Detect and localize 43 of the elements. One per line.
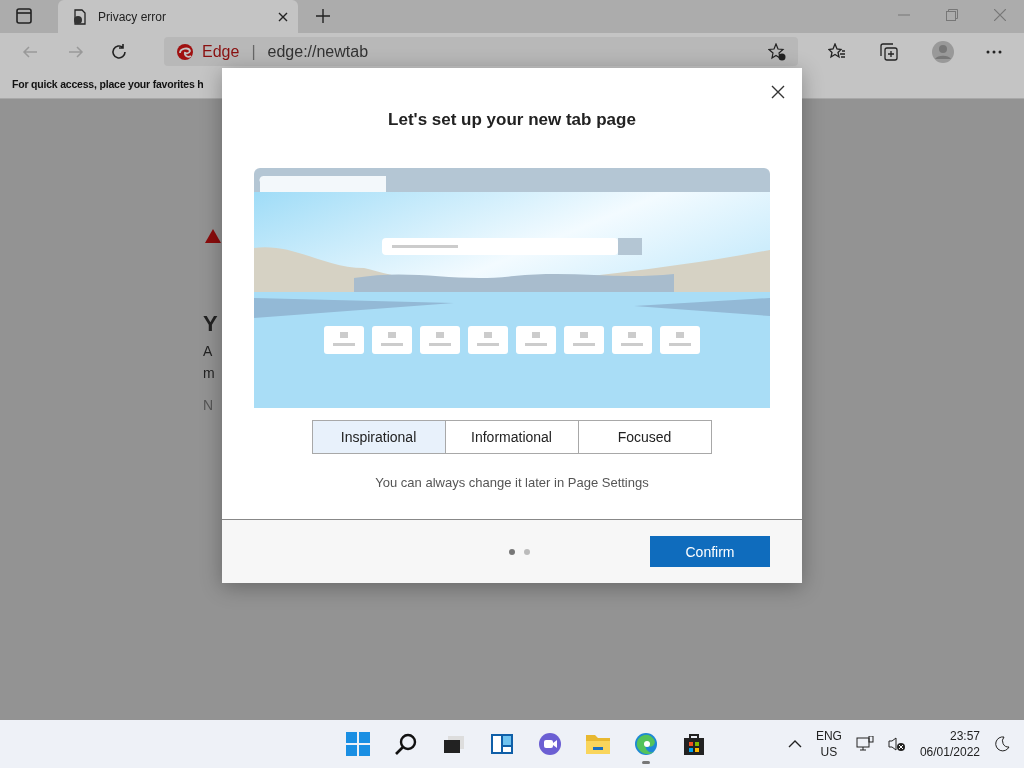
network-icon[interactable]	[855, 736, 874, 752]
collections-icon[interactable]	[880, 42, 898, 61]
page-error-icon	[72, 8, 88, 25]
page-text: Y	[203, 311, 218, 337]
close-icon	[771, 85, 785, 99]
search-icon	[394, 732, 418, 756]
favorites-icon[interactable]	[828, 42, 846, 61]
layout-option-tab[interactable]: Focused	[577, 420, 712, 454]
browser-logo-icon	[176, 42, 194, 61]
add-favorite-icon[interactable]	[768, 42, 786, 61]
running-indicator	[642, 761, 650, 764]
volume-muted-icon[interactable]	[887, 736, 906, 752]
layout-option-tab[interactable]: Inspirational	[311, 420, 446, 454]
confirm-button[interactable]: Confirm	[650, 536, 770, 567]
page-text: m	[203, 365, 215, 381]
page-text: A	[203, 343, 213, 359]
chevron-up-icon[interactable]	[787, 740, 802, 748]
browser-tab[interactable]: Privacy error	[58, 0, 298, 33]
separator: |	[251, 42, 256, 61]
windows-logo-icon	[346, 732, 370, 756]
new-tab-icon[interactable]	[316, 9, 330, 23]
refresh-icon[interactable]	[110, 42, 128, 61]
warning-icon	[205, 229, 221, 243]
close-icon[interactable]	[278, 11, 288, 22]
profile-avatar-icon[interactable]	[932, 40, 954, 63]
browser-logo-icon	[634, 732, 658, 756]
language-indicator[interactable]: ENG US	[815, 728, 842, 760]
widgets-icon	[490, 732, 514, 756]
page-text: N	[203, 397, 214, 413]
shopping-bag-icon	[682, 732, 706, 756]
favorites-bar-hint: For quick access, place your favorites h	[12, 78, 204, 90]
layout-option-tab[interactable]: Informational	[444, 420, 579, 454]
folder-icon	[585, 732, 611, 756]
tab-actions-icon[interactable]	[16, 8, 32, 24]
url-text: edge://newtab	[267, 42, 370, 61]
chat-icon	[538, 732, 562, 756]
address-bar[interactable]: Edge | edge://newtab	[164, 37, 798, 66]
moon-icon[interactable]	[994, 736, 1010, 752]
clock[interactable]: 23:57 06/01/2022	[919, 728, 980, 760]
settings-hint: You can always change it later in Page Settings	[374, 475, 650, 490]
site-label: Edge	[202, 42, 240, 61]
more-icon[interactable]	[986, 49, 1002, 54]
dialog-title: Let's set up your new tab page	[387, 110, 637, 130]
